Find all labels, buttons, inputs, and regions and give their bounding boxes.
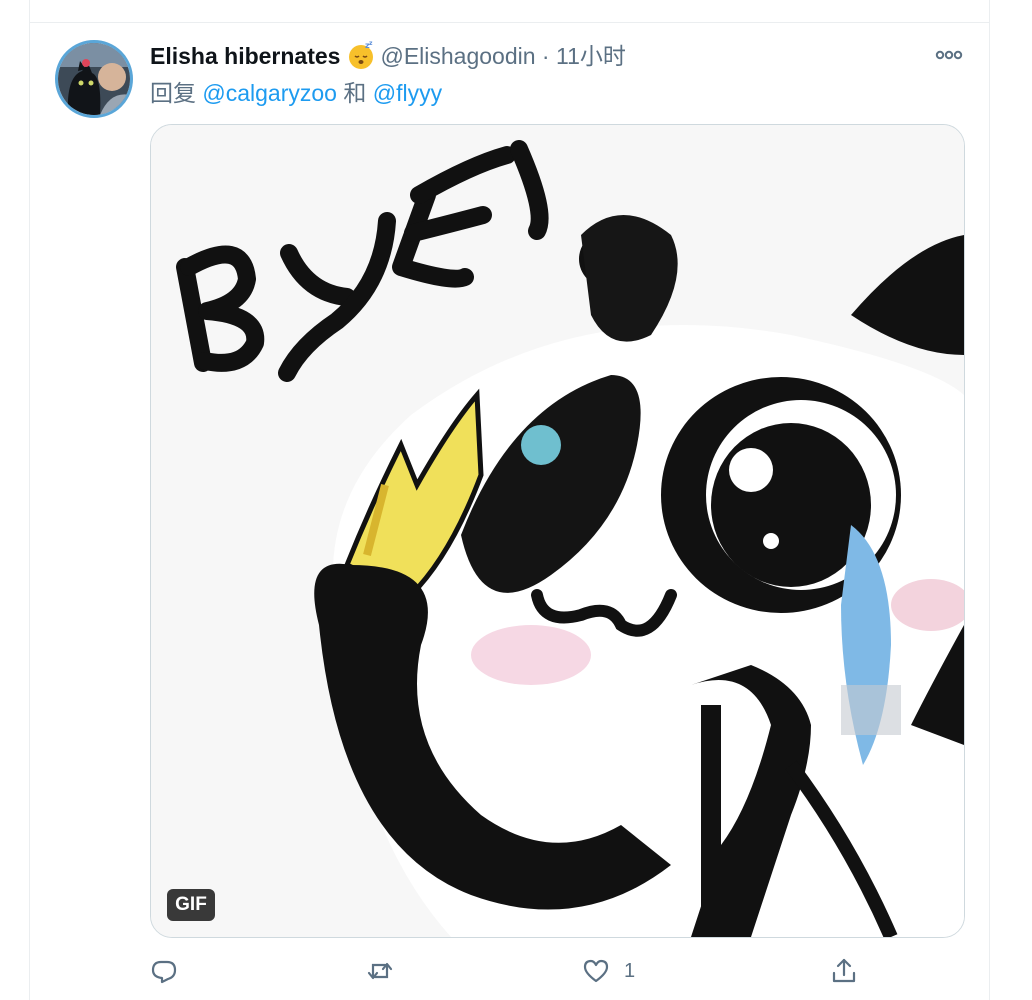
reply-prefix: 回复 — [150, 80, 196, 106]
mention-flyyy[interactable]: @flyyy — [373, 80, 442, 106]
retweet-icon — [367, 962, 393, 980]
previous-like-icon[interactable] — [590, 0, 608, 2]
reply-icon — [151, 960, 177, 984]
reply-button[interactable] — [150, 953, 178, 989]
sleeping-face-icon: z z — [349, 40, 374, 69]
share-button[interactable] — [830, 953, 858, 989]
tweet-actions: 1 — [150, 953, 963, 989]
gif-badge: GIF — [167, 889, 215, 921]
replying-to: 回复 @calgaryzoo 和 @flyyy — [150, 78, 442, 108]
tweet-header: Elisha hibernates z z @Elishagoodin · 11… — [150, 40, 626, 70]
previous-tweet-actions — [30, 0, 989, 23]
separator: · — [541, 43, 550, 69]
previous-retweet-icon[interactable] — [384, 0, 402, 2]
heart-icon — [583, 959, 609, 983]
timeline-column: Elisha hibernates z z @Elishagoodin · 11… — [29, 0, 990, 1000]
mention-joiner: 和 — [343, 80, 367, 106]
previous-reply-icon[interactable] — [156, 0, 174, 2]
timestamp[interactable]: 11小时 — [556, 43, 626, 69]
mention-calgaryzoo[interactable]: @calgaryzoo — [202, 80, 337, 106]
svg-text:z: z — [369, 40, 373, 47]
panda-bye-gif-image — [151, 125, 964, 937]
previous-share-icon[interactable] — [806, 0, 824, 2]
tweet-gif[interactable]: GIF — [150, 124, 965, 938]
like-button[interactable]: 1 — [582, 953, 635, 989]
more-options-icon[interactable] — [934, 45, 964, 65]
avatar-photo — [58, 43, 130, 115]
tweet[interactable]: Elisha hibernates z z @Elishagoodin · 11… — [30, 23, 989, 1000]
display-name[interactable]: Elisha hibernates — [150, 43, 340, 69]
retweet-button[interactable] — [366, 953, 394, 989]
avatar[interactable] — [55, 40, 133, 118]
share-icon — [832, 958, 856, 983]
handle[interactable]: @Elishagoodin — [380, 43, 535, 69]
like-count: 1 — [624, 959, 636, 982]
